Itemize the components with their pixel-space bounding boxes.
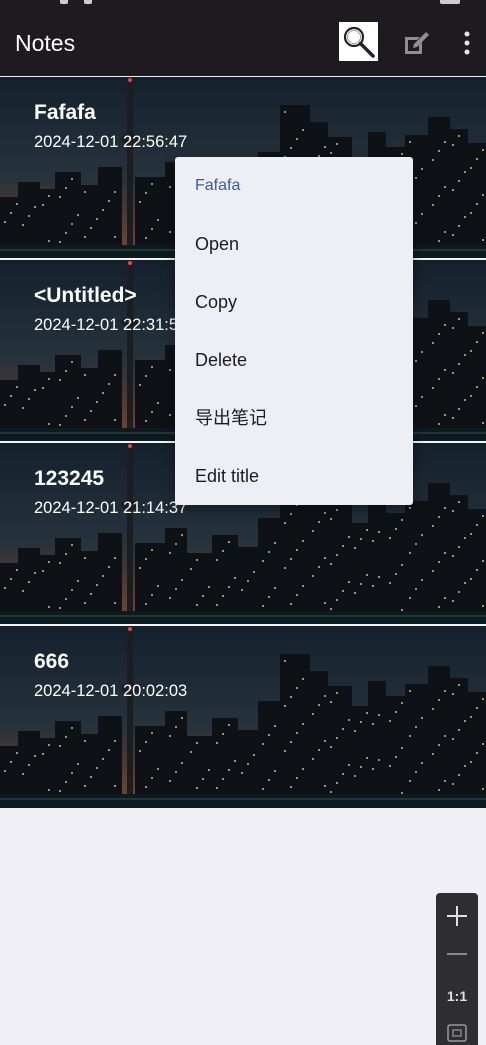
city-skyline-image <box>0 626 486 808</box>
search-icon <box>343 26 375 58</box>
edit-note-button[interactable] <box>400 28 432 58</box>
edit-note-icon <box>405 32 429 54</box>
menu-item-edit-title[interactable]: Edit title <box>175 447 413 505</box>
menu-header: Fafafa <box>195 177 241 194</box>
wifi-icon <box>60 0 68 4</box>
app-title: Notes <box>15 30 76 56</box>
note-card[interactable]: 666 2024-12-01 20:02:03 <box>0 626 486 808</box>
minus-icon <box>447 953 467 955</box>
note-title: Fafafa <box>34 101 96 124</box>
note-title: 123245 <box>34 467 105 490</box>
zoom-out-button[interactable] <box>436 935 478 973</box>
zoom-controls: 1:1 <box>436 893 478 1045</box>
menu-item-copy[interactable]: Copy <box>175 273 413 331</box>
signal-icon <box>84 0 92 4</box>
more-vertical-icon <box>464 31 470 55</box>
note-date: 2024-12-01 20:02:03 <box>34 682 188 700</box>
menu-item-export[interactable]: 导出笔记 <box>175 389 413 447</box>
more-options-button[interactable] <box>456 28 478 58</box>
fit-screen-button[interactable] <box>436 1015 478 1045</box>
app-bar: Notes <box>0 12 486 76</box>
note-title: <Untitled> <box>34 284 137 307</box>
note-context-menu: Fafafa Open Copy Delete 导出笔记 Edit title <box>175 157 413 505</box>
menu-item-delete[interactable]: Delete <box>175 331 413 389</box>
note-date: 2024-12-01 22:56:47 <box>34 133 188 151</box>
zoom-in-button[interactable] <box>436 897 478 935</box>
note-date: 2024-12-01 22:31:5 <box>34 316 179 334</box>
zoom-reset-button[interactable]: 1:1 <box>436 981 478 1011</box>
search-button[interactable] <box>339 22 378 61</box>
battery-icon <box>440 0 460 4</box>
menu-item-open[interactable]: Open <box>175 215 413 273</box>
fit-screen-icon <box>447 1024 467 1042</box>
note-title: 666 <box>34 650 70 673</box>
note-date: 2024-12-01 21:14:37 <box>34 499 188 517</box>
status-bar <box>0 0 486 12</box>
plus-icon <box>447 906 467 926</box>
